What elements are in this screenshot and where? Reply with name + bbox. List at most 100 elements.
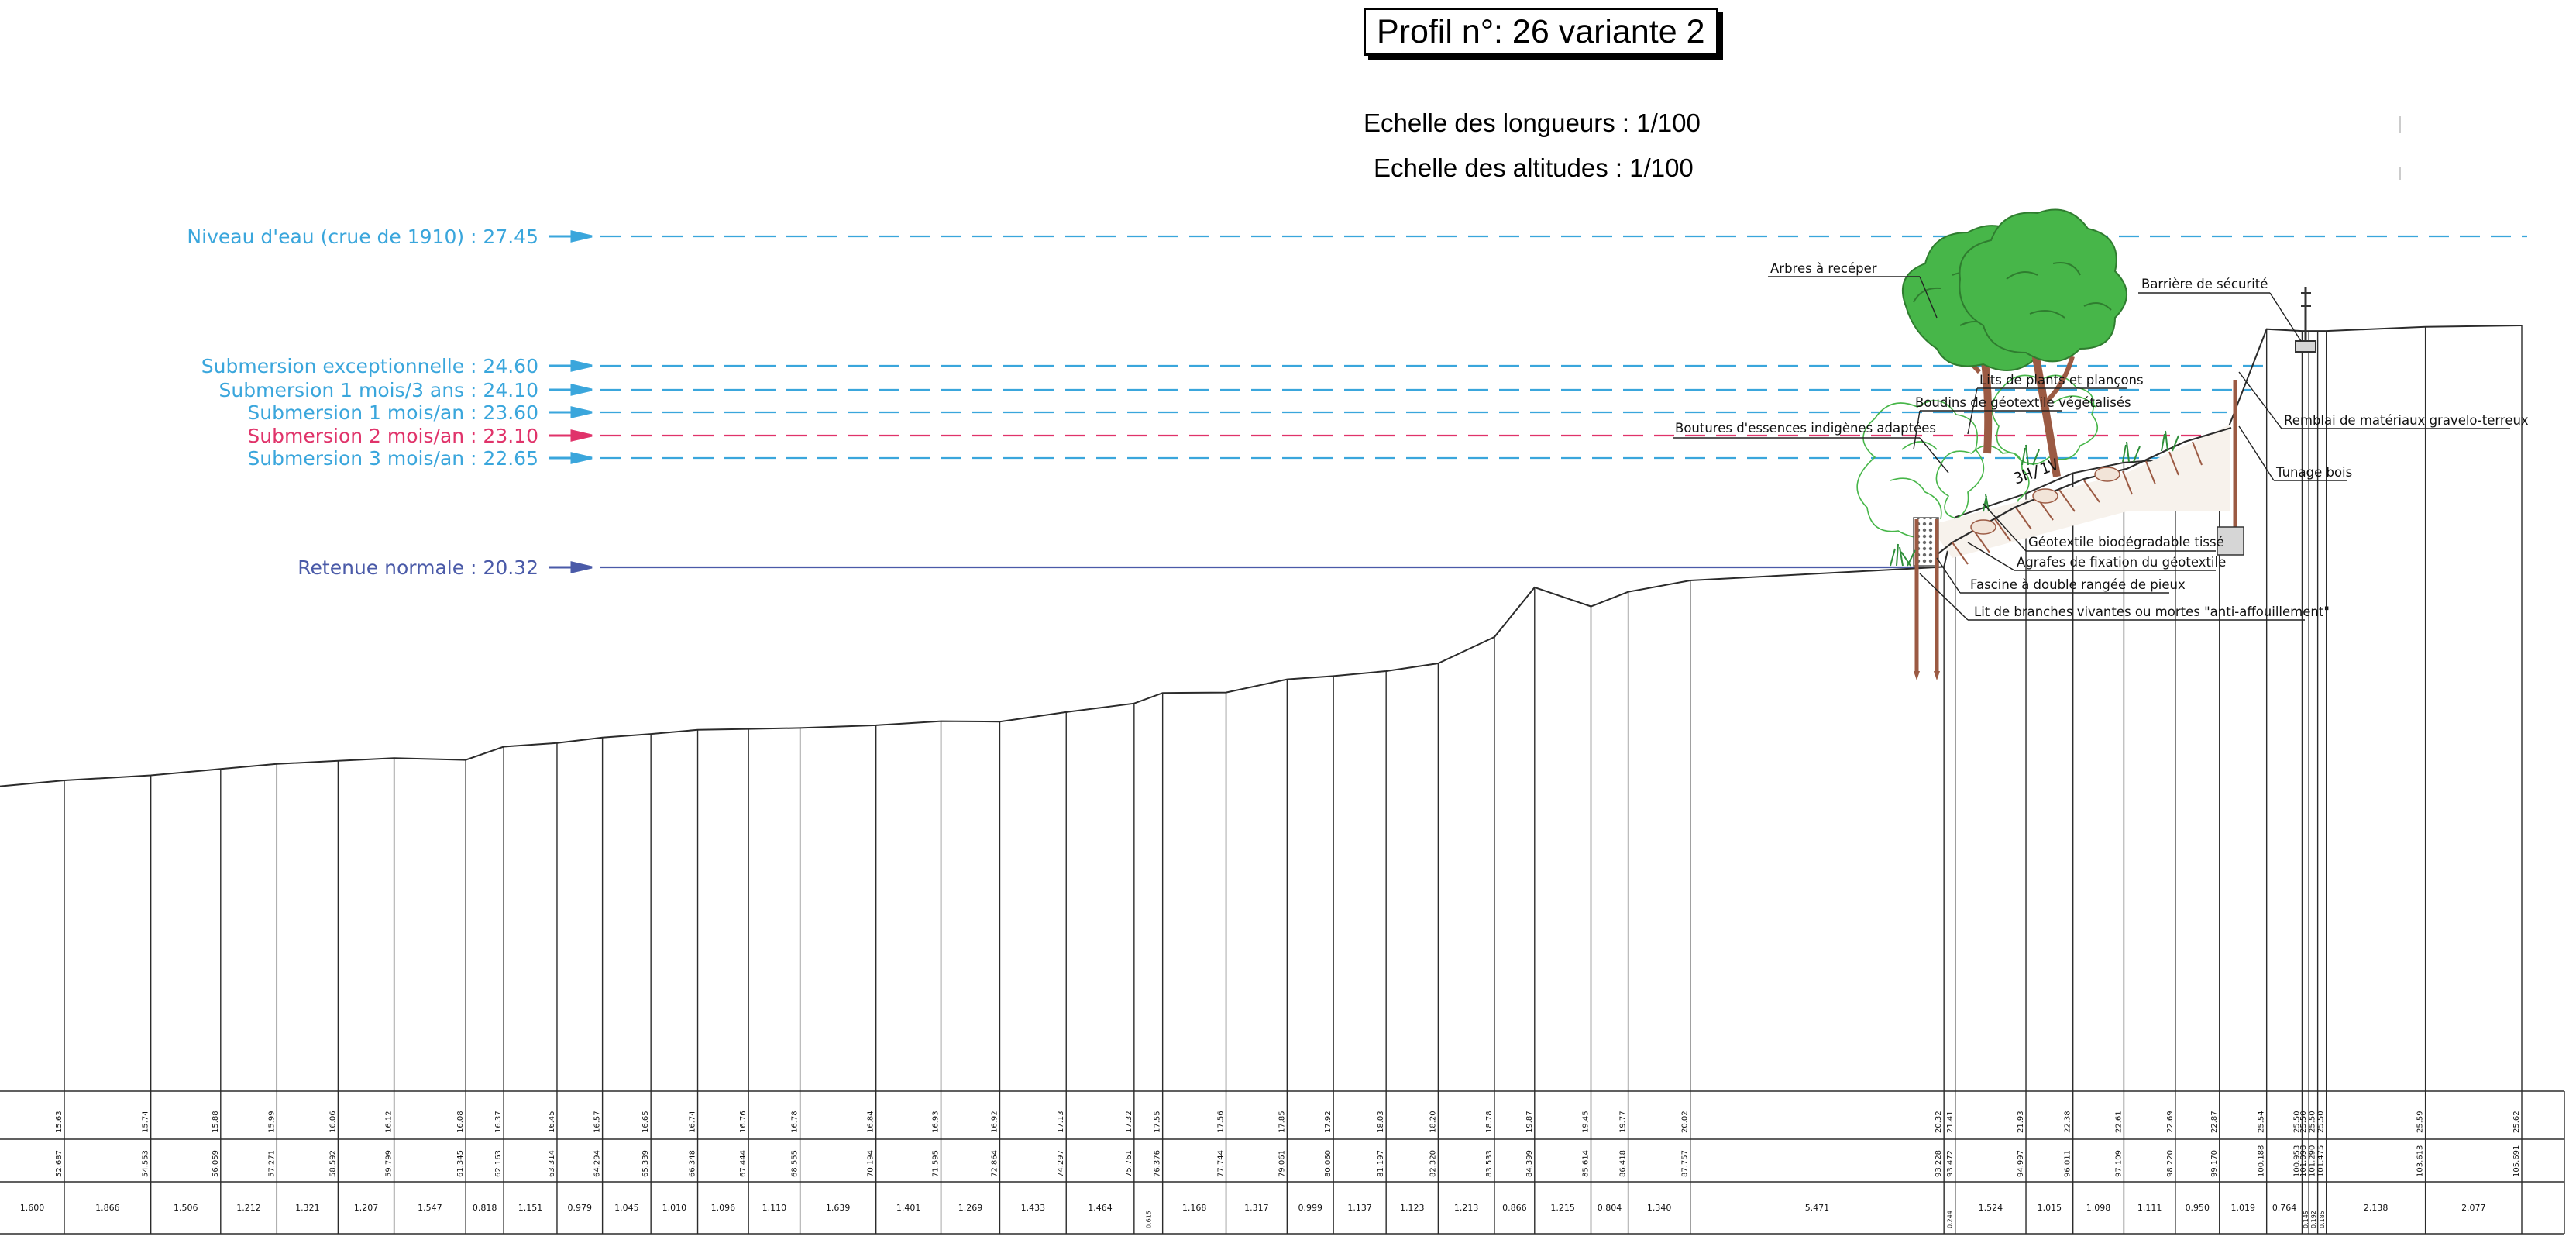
arrow-icon [549, 429, 593, 442]
altitude-value: 19.45 [1582, 1111, 1591, 1133]
distance-value: 79.061 [1278, 1150, 1286, 1177]
distance-value: 93.228 [1935, 1150, 1943, 1177]
distance-value: 77.744 [1217, 1150, 1226, 1177]
altitude-value: 16.45 [548, 1111, 556, 1133]
distance-value: 56.059 [212, 1150, 220, 1177]
altitude-value: 25.54 [2258, 1111, 2266, 1133]
partial-distance-value: 0.999 [1298, 1203, 1322, 1213]
altitude-value: 17.13 [1057, 1111, 1065, 1133]
water-level-label: Submersion 1 mois/an : 23.60 [247, 401, 538, 424]
water-level-lines [600, 235, 2527, 460]
profile-drawing: Niveau d'eau (crue de 1910) : 27.45 Subm… [0, 116, 2565, 1235]
annotation-label: Géotextile biodégradable tissé [2028, 535, 2224, 549]
annotation-label: Arbres à recéper [1770, 261, 1877, 276]
fascine-piles-tips [1914, 671, 1940, 680]
altitude-value: 15.63 [55, 1111, 64, 1133]
annotation-label: Tunage bois [2275, 465, 2352, 480]
altitude-value: 25.50 [2309, 1111, 2317, 1133]
altitude-value: 17.55 [1154, 1111, 1162, 1133]
altitude-value: 16.65 [641, 1111, 650, 1133]
partial-distance-value: 1.401 [896, 1203, 921, 1213]
distance-value: 72.864 [990, 1150, 999, 1177]
distance-value: 76.376 [1154, 1150, 1162, 1177]
distance-value: 70.194 [867, 1150, 875, 1177]
partial-distance-value: 0.185 [2319, 1211, 2326, 1228]
distance-value: 75.761 [1125, 1150, 1133, 1177]
altitude-value: 15.99 [267, 1111, 276, 1133]
partial-distance-value: 1.123 [1400, 1203, 1425, 1213]
distance-value: 57.271 [267, 1150, 276, 1177]
distance-value: 67.444 [739, 1150, 748, 1177]
distance-value: 82.320 [1429, 1150, 1437, 1177]
distance-value: 54.553 [142, 1150, 150, 1177]
altitude-value: 16.74 [689, 1111, 697, 1133]
altitude-value: 16.92 [990, 1111, 999, 1133]
partial-distance-value: 0.192 [2310, 1211, 2317, 1228]
annotation-label: Boudins de géotextile végétalisés [1915, 395, 2131, 410]
altitude-value: 25.50 [2317, 1111, 2326, 1133]
water-level-label: Submersion exceptionnelle : 24.60 [201, 355, 538, 377]
partial-distance-value: 1.600 [20, 1203, 45, 1213]
partial-distance-value: 0.244 [1946, 1211, 1953, 1228]
distance-value: 105.691 [2512, 1145, 2521, 1177]
partial-distance-value: 1.010 [662, 1203, 687, 1213]
partial-distance-value: 1.098 [2086, 1203, 2111, 1213]
altitude-value: 17.85 [1278, 1111, 1286, 1133]
partial-distance-value: 1.168 [1182, 1203, 1207, 1213]
altitude-value: 19.77 [1619, 1111, 1628, 1133]
altitude-value: 16.57 [593, 1111, 602, 1133]
partial-distance-value: 1.433 [1021, 1203, 1046, 1213]
annotation-label: Barrière de sécurité [2141, 277, 2268, 291]
distance-value: 64.294 [593, 1150, 602, 1177]
altitude-value: 25.62 [2512, 1111, 2521, 1133]
altitude-value: 17.92 [1324, 1111, 1333, 1133]
partial-distance-value: 1.639 [826, 1203, 851, 1213]
partial-distance-value: 1.110 [762, 1203, 787, 1213]
partial-distance-value: 0.804 [1598, 1203, 1622, 1213]
partial-distance-value: 1.015 [2038, 1203, 2062, 1213]
partial-distance-value: 5.471 [1805, 1203, 1830, 1213]
partial-distance-value: 1.269 [958, 1203, 983, 1213]
distance-value: 86.418 [1619, 1150, 1628, 1177]
altitude-value: 16.37 [494, 1111, 503, 1133]
distance-value: 101.290 [2309, 1145, 2317, 1177]
partial-distance-value: 0.615 [1145, 1211, 1152, 1228]
distance-value: 84.399 [1525, 1150, 1534, 1177]
distance-value: 101.098 [2299, 1145, 2308, 1177]
partial-distance-value: 0.866 [1502, 1203, 1527, 1213]
profile-title: Profil n°: 26 variante 2 [1364, 8, 1718, 56]
distance-value: 100.188 [2258, 1145, 2266, 1177]
partial-distance-value: 1.866 [95, 1203, 120, 1213]
distance-value: 99.170 [2210, 1150, 2219, 1177]
altitude-value: 18.20 [1429, 1111, 1437, 1133]
distance-value: 101.475 [2317, 1145, 2326, 1177]
distance-value: 98.220 [2166, 1150, 2175, 1177]
distance-value: 103.613 [2416, 1145, 2425, 1177]
altitude-value: 16.76 [739, 1111, 748, 1133]
partial-distance-value: 0.145 [2303, 1211, 2309, 1228]
arrow-icon [549, 230, 593, 464]
distance-value: 94.997 [2017, 1150, 2025, 1177]
altitude-value: 15.88 [212, 1111, 220, 1133]
slope-label: 3H/1V [2011, 455, 2062, 488]
partial-distance-value: 1.506 [174, 1203, 198, 1213]
distance-value: 96.011 [2064, 1150, 2072, 1177]
altitude-value: 16.84 [867, 1111, 875, 1133]
distance-value: 58.592 [328, 1150, 337, 1177]
partial-distance-value: 1.321 [295, 1203, 320, 1213]
altitude-value: 18.03 [1377, 1111, 1385, 1133]
data-table-values: 15.63 52.687 1.600 15.74 54.553 1.866 15.88 56.… [20, 1111, 2521, 1228]
partial-distance-value: 0.979 [568, 1203, 593, 1213]
partial-distance-value: 1.215 [1550, 1203, 1575, 1213]
annotation-label: Remblai de matériaux gravelo-terreux [2284, 413, 2529, 428]
partial-distance-value: 1.151 [518, 1203, 543, 1213]
partial-distance-value: 1.213 [1454, 1203, 1479, 1213]
distance-value: 81.197 [1377, 1150, 1385, 1177]
partial-distance-value: 1.019 [2230, 1203, 2255, 1213]
distance-value: 65.339 [641, 1150, 650, 1177]
distance-value: 97.109 [2114, 1150, 2123, 1177]
partial-distance-value: 1.096 [711, 1203, 736, 1213]
partial-distance-value: 2.077 [2461, 1203, 2486, 1213]
water-level-arrows [549, 230, 593, 573]
altitude-value: 16.08 [456, 1111, 465, 1133]
